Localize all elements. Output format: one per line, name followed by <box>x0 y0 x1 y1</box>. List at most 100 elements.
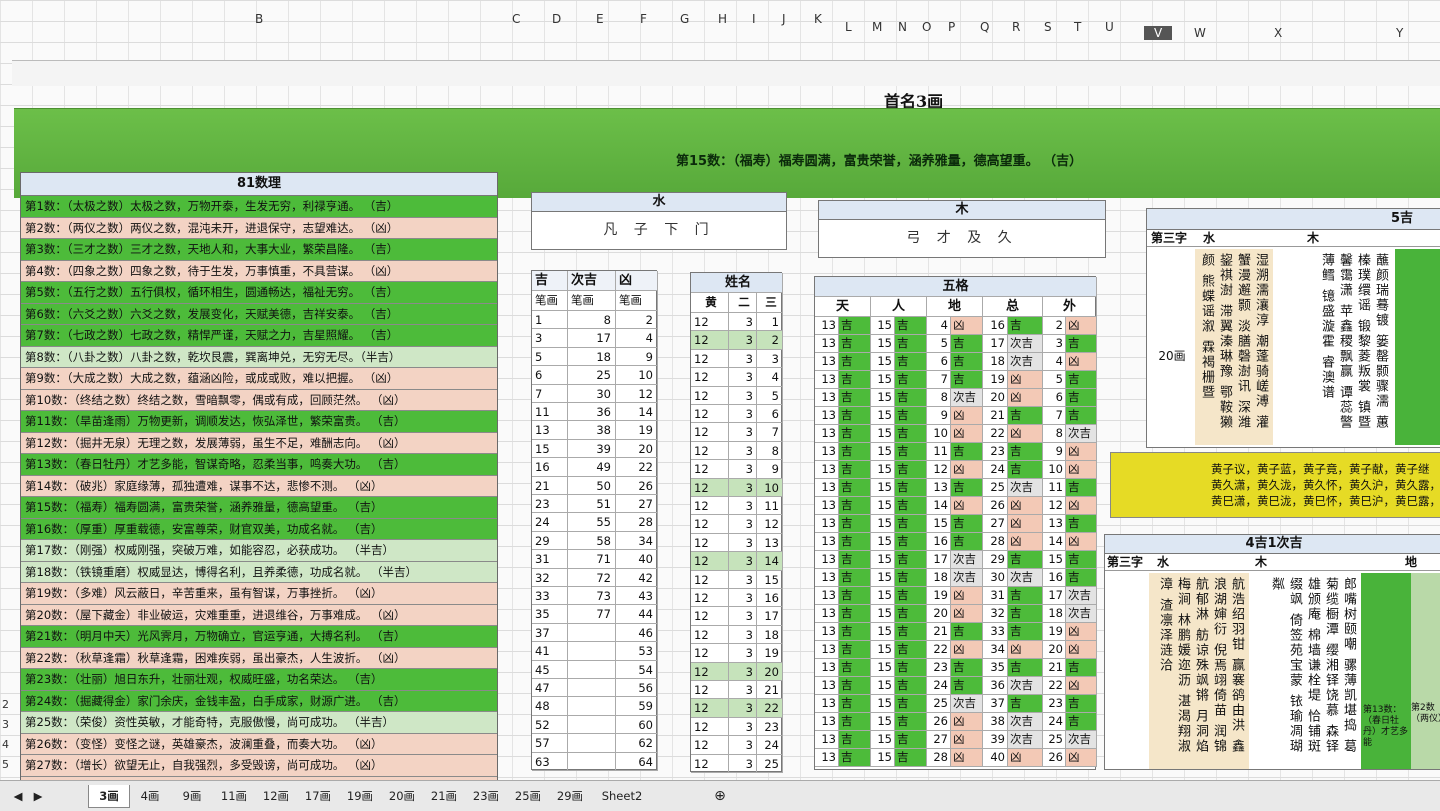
right2-note-a: 第13数：（春日牡丹）才艺多能 <box>1363 705 1409 748</box>
row-number[interactable]: 3 <box>2 718 9 731</box>
column-header-R[interactable]: R <box>1012 20 1020 34</box>
name-cell: 3 <box>729 607 757 626</box>
wuge-result: 吉 <box>839 677 871 695</box>
sheet-tab-7[interactable]: 20画 <box>382 785 422 807</box>
stroke-cell: 11 <box>532 403 568 422</box>
column-header-I[interactable]: I <box>752 12 756 26</box>
sheet-tab-11[interactable]: 29画 <box>550 785 590 807</box>
sheet-tab-4[interactable]: 12画 <box>256 785 296 807</box>
stroke-cell: 13 <box>532 421 568 440</box>
stroke-cell: 39 <box>568 439 616 459</box>
name-cell: 3 <box>729 589 757 608</box>
wuge-number: 5 <box>1043 371 1066 389</box>
wuge-result: 凶 <box>951 587 983 605</box>
name-cell: 24 <box>757 736 783 755</box>
stroke-cell: 77 <box>568 605 616 624</box>
sheet-tab-2[interactable]: 9画 <box>172 785 212 807</box>
wuge-result: 吉 <box>1008 461 1043 479</box>
right2-title: 4吉1次吉 <box>1105 535 1440 554</box>
column-header-Q[interactable]: Q <box>980 20 989 34</box>
wuge-number: 13 <box>815 713 839 731</box>
wuge-number: 25 <box>1043 731 1066 749</box>
sheet-tab-5[interactable]: 17画 <box>298 785 338 807</box>
sheet-tab-8[interactable]: 21画 <box>424 785 464 807</box>
wuge-number: 3 <box>1043 335 1066 353</box>
column-header-K[interactable]: K <box>814 12 822 26</box>
sheet-tab-6[interactable]: 19画 <box>340 785 380 807</box>
wuge-number: 26 <box>1043 749 1066 767</box>
column-header-U[interactable]: U <box>1105 20 1114 34</box>
column-header-O[interactable]: O <box>922 20 931 34</box>
wuge-number: 26 <box>927 713 951 731</box>
stroke-cell: 64 <box>616 752 658 771</box>
stroke-cell: 2 <box>616 311 658 330</box>
name-cell: 16 <box>757 589 783 608</box>
row-number[interactable]: 4 <box>2 738 9 751</box>
sheet-tab-10[interactable]: 25画 <box>508 785 548 807</box>
wuge-number: 11 <box>1043 479 1066 497</box>
stroke-cell: 34 <box>616 531 658 551</box>
wuge-result: 凶 <box>1008 425 1043 443</box>
wuge-result: 吉 <box>1008 587 1043 605</box>
column-header-V[interactable]: V <box>1144 26 1173 40</box>
stroke-cell: 49 <box>568 458 616 477</box>
spreadsheet-grid[interactable]: BCDEFGHIJKLMNOPQRSTUVWXY 首名3画 第15数：（福寿）福… <box>0 0 1440 780</box>
wuge-number: 20 <box>983 389 1008 407</box>
column-header-G[interactable]: G <box>680 12 689 26</box>
stroke-cell: 29 <box>532 531 568 551</box>
water-header: 水 <box>532 193 786 212</box>
column-header-M[interactable]: M <box>872 20 882 34</box>
sheet-tab-bar[interactable]: ◀ ▶ 3画 4画 9画 11画 12画 17画 19画 20画 21画 23画 25画 29画 She… <box>0 780 1440 811</box>
column-header-W[interactable]: W <box>1194 26 1206 40</box>
column-header-P[interactable]: P <box>948 20 955 34</box>
tab-scroll-left-icon[interactable]: ◀ <box>8 785 28 807</box>
stroke-header: 次吉 <box>568 271 616 291</box>
stroke-cell: 63 <box>532 752 568 771</box>
wuge-result: 凶 <box>1066 461 1097 479</box>
wuge-result: 吉 <box>1066 551 1097 569</box>
row-number[interactable]: 2 <box>2 698 9 711</box>
column-header-L[interactable]: L <box>845 20 852 34</box>
sheet-tab-3[interactable]: 11画 <box>214 785 254 807</box>
column-header-C[interactable]: C <box>512 12 520 26</box>
wuge-number: 21 <box>1043 659 1066 677</box>
column-header-E[interactable]: E <box>596 12 604 26</box>
stroke-cell: 53 <box>616 642 658 661</box>
column-header-Y[interactable]: Y <box>1396 26 1403 40</box>
column-header-N[interactable]: N <box>898 20 907 34</box>
wuge-result: 次吉 <box>951 551 983 569</box>
wuge-result: 吉 <box>895 713 927 731</box>
wuge-result: 吉 <box>895 605 927 623</box>
number-meaning-list: 81数理 第1数：（太极之数）太极之数，万物开泰，生发无穷，利禄亨通。 （吉）第… <box>20 172 498 780</box>
sheet-tab-1[interactable]: 4画 <box>130 785 170 807</box>
sheet-tab-12[interactable]: Sheet2 <box>592 785 652 807</box>
column-header-B[interactable]: B <box>255 12 263 26</box>
column-header-S[interactable]: S <box>1044 20 1052 34</box>
sheet-tab-9[interactable]: 23画 <box>466 785 506 807</box>
column-header-D[interactable]: D <box>552 12 561 26</box>
wuge-result: 次吉 <box>951 569 983 587</box>
wuge-number: 15 <box>927 515 951 533</box>
stroke-cell: 3 <box>532 329 568 348</box>
wuge-result: 吉 <box>951 533 983 551</box>
sheet-tab-0[interactable]: 3画 <box>88 785 130 808</box>
column-header-T[interactable]: T <box>1074 20 1081 34</box>
column-header-H[interactable]: H <box>718 12 727 26</box>
wuge-subheader: 人 <box>871 297 927 317</box>
column-header-X[interactable]: X <box>1274 26 1282 40</box>
stroke-cell: 52 <box>532 715 568 735</box>
column-header-F[interactable]: F <box>640 12 647 26</box>
wuge-number: 18 <box>1043 605 1066 623</box>
tab-scroll-right-icon[interactable]: ▶ <box>28 785 48 807</box>
column-header-J[interactable]: J <box>782 12 786 26</box>
add-sheet-icon[interactable]: ⊕ <box>708 785 732 807</box>
name-cell: 3 <box>729 699 757 718</box>
row-number[interactable]: 5 <box>2 758 9 771</box>
stroke-cell: 20 <box>616 439 658 459</box>
list-item: 第20数：（屋下藏金）非业破运，灾难重重，进退维谷，万事难成。 （凶） <box>21 604 497 626</box>
wuge-result: 吉 <box>951 335 983 353</box>
list-item: 第9数：（大成之数）大成之数，蕴涵凶险，或成或败，难以把握。 （凶） <box>21 368 497 390</box>
wuge-result: 凶 <box>951 641 983 659</box>
wuge-number: 13 <box>815 425 839 443</box>
stroke-cell <box>568 715 616 735</box>
